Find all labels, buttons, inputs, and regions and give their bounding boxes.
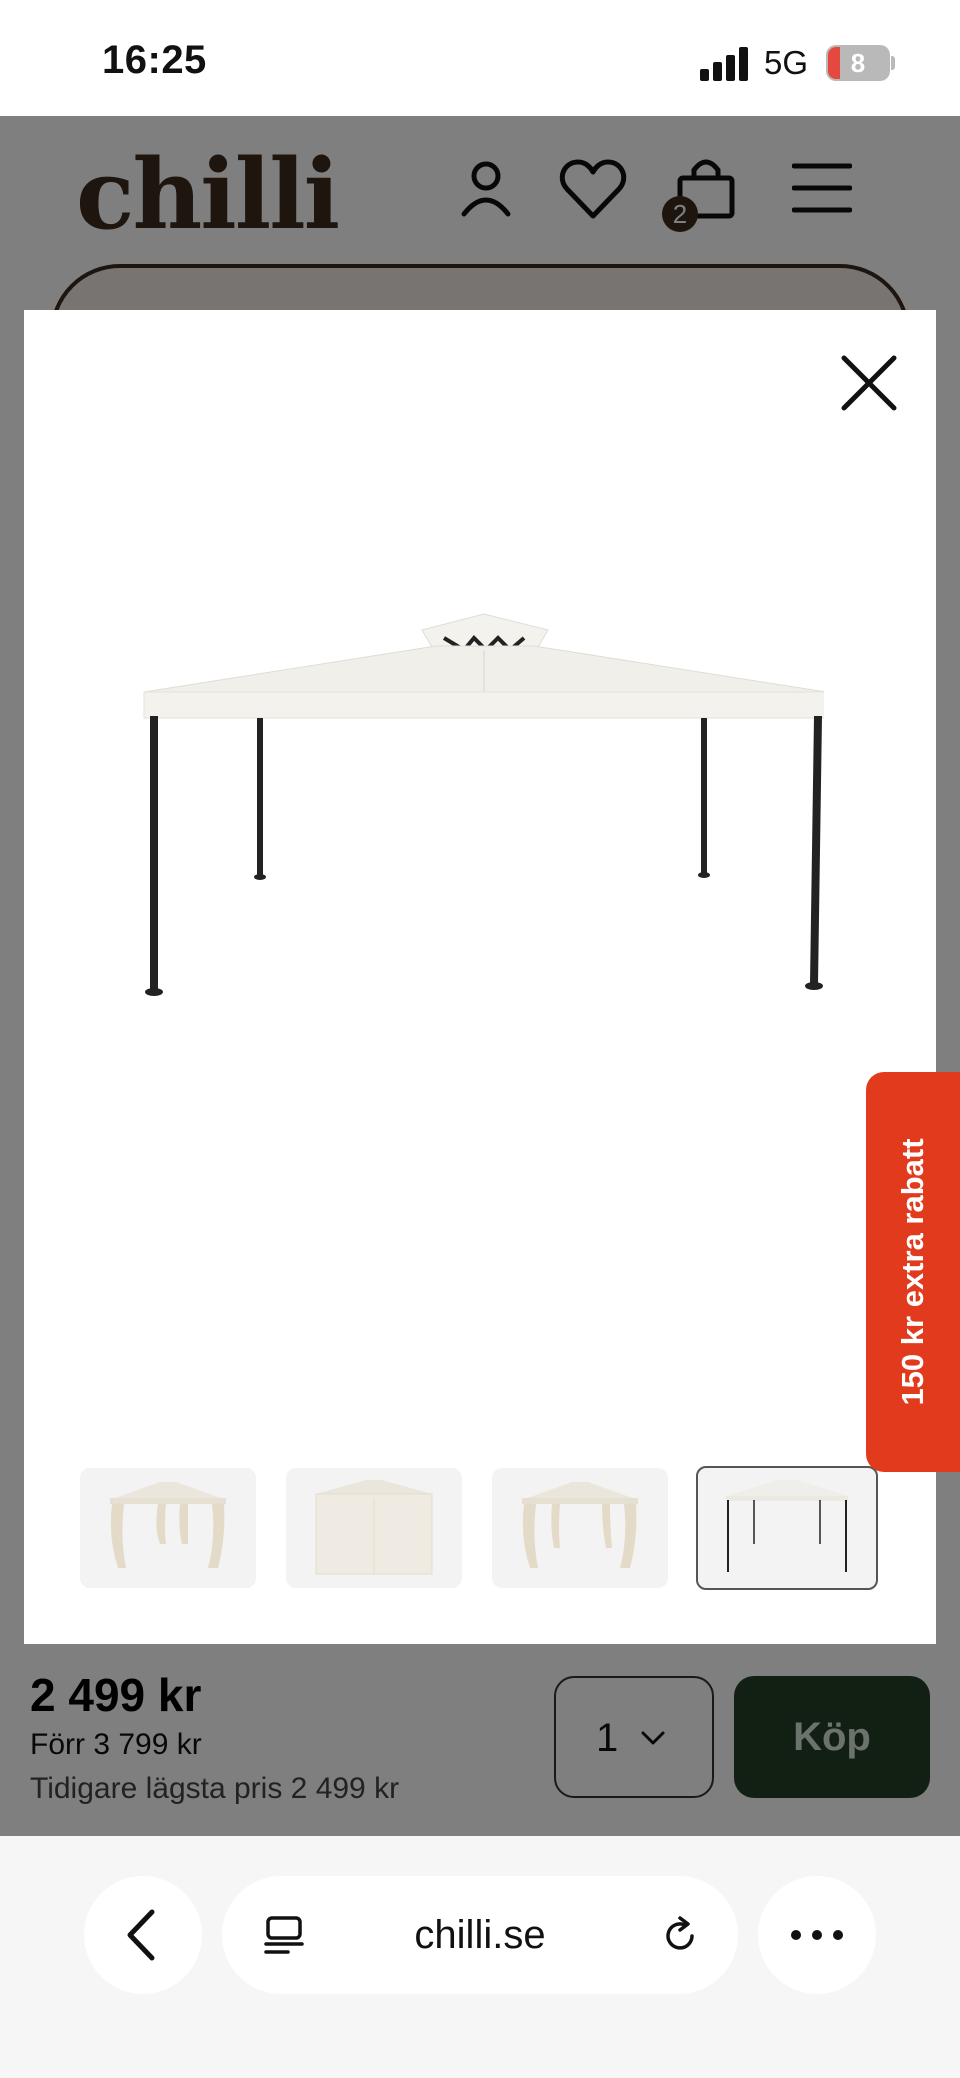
- address-bar[interactable]: chilli.se: [222, 1876, 738, 1994]
- browser-toolbar: chilli.se: [0, 1836, 960, 2078]
- product-image: [143, 613, 824, 996]
- promo-label: 150 kr extra rabatt: [895, 1138, 930, 1406]
- status-bar: 16:25 5G 8: [0, 0, 960, 116]
- gazebo-curtains-thumbnail: [110, 1482, 226, 1568]
- image-gallery-modal: [24, 310, 936, 1644]
- promo-discount-tab[interactable]: 150 kr extra rabatt: [866, 1072, 960, 1472]
- thumbnail-3[interactable]: [492, 1468, 668, 1588]
- network-label: 5G: [764, 44, 809, 81]
- thumbnail-2[interactable]: [286, 1468, 462, 1588]
- more-button[interactable]: [758, 1876, 876, 1994]
- close-icon[interactable]: [834, 348, 904, 418]
- thumbnail-4-selected[interactable]: [696, 1466, 878, 1590]
- chevron-left-icon: [127, 1909, 155, 1961]
- status-time: 16:25: [102, 38, 207, 82]
- thumbnail-strip: [80, 1466, 900, 1592]
- back-button[interactable]: [84, 1876, 202, 1994]
- gazebo-frame-thumbnail: [726, 1480, 848, 1572]
- signal-icon: [700, 47, 752, 81]
- gazebo-curtains-thumbnail-alt: [522, 1482, 638, 1568]
- battery-level: 8: [850, 48, 866, 78]
- reload-icon[interactable]: [658, 1914, 702, 1958]
- gazebo-walls-thumbnail: [315, 1480, 433, 1575]
- battery-icon: 8: [826, 45, 890, 81]
- thumbnail-1[interactable]: [80, 1468, 256, 1588]
- more-dots-icon: [791, 1930, 843, 1940]
